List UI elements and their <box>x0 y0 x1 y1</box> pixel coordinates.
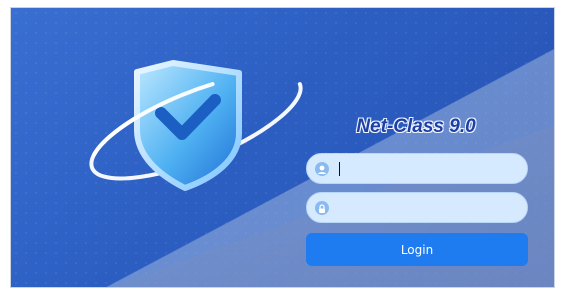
password-field[interactable] <box>306 192 528 223</box>
username-field[interactable] <box>306 153 528 184</box>
text-cursor <box>339 162 340 176</box>
app-title: Net-Class 9.0 <box>356 116 476 137</box>
login-window: Net-Class 9.0 Login <box>10 7 555 288</box>
shield-check-icon <box>89 60 303 191</box>
lock-icon-glyph <box>319 204 325 213</box>
lock-icon <box>315 201 329 215</box>
password-input[interactable] <box>335 197 524 220</box>
user-icon <box>315 162 329 176</box>
username-input[interactable] <box>335 158 524 181</box>
user-icon-glyph <box>318 165 326 174</box>
login-button[interactable]: Login <box>306 233 528 266</box>
